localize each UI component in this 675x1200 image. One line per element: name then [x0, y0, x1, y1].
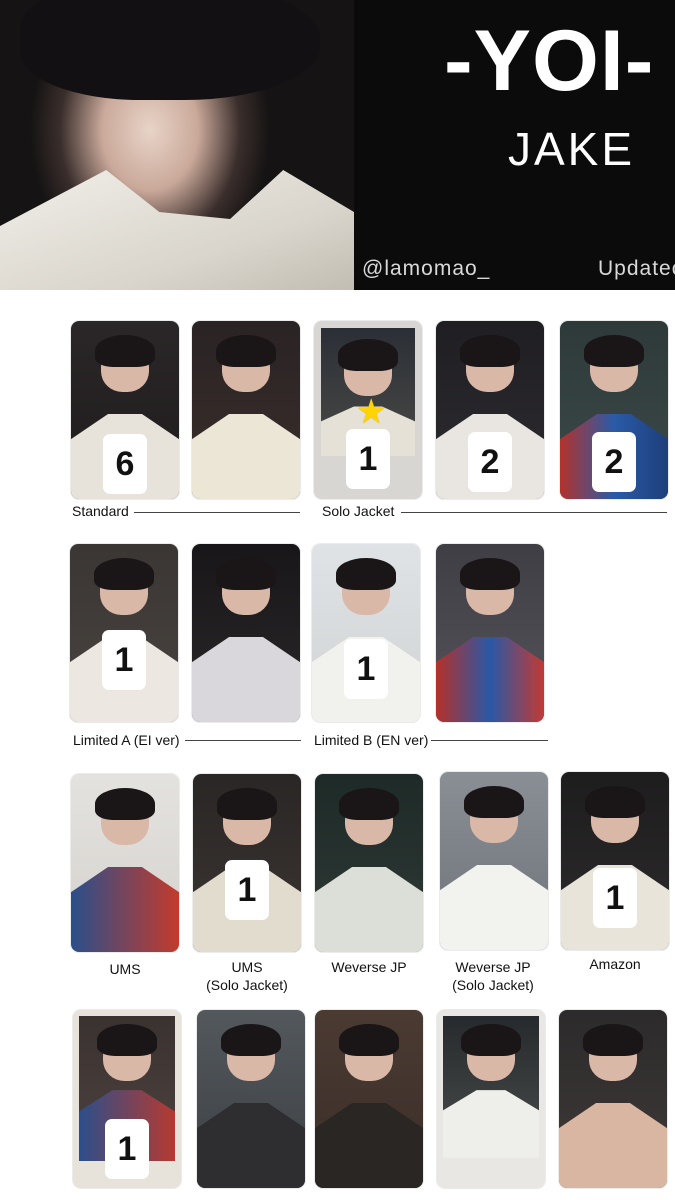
photocard[interactable]: 1	[312, 544, 420, 722]
count-badge: 6	[103, 434, 147, 494]
photocard[interactable]: ★ 1	[314, 321, 422, 499]
group-label-standard: Standard	[72, 503, 129, 519]
count-badge: 2	[592, 432, 636, 492]
photocard[interactable]	[559, 1010, 667, 1188]
divider	[185, 740, 301, 741]
store-label: Weverse JP (Solo Jacket)	[452, 959, 534, 993]
photocard[interactable]: 1	[73, 1010, 181, 1188]
count-badge: 1	[225, 860, 269, 920]
count-badge: 1	[346, 429, 390, 489]
store-label: UMS (Solo Jacket)	[206, 959, 288, 993]
count-badge: 1	[105, 1119, 149, 1179]
count-badge: 1	[344, 639, 388, 699]
photocard[interactable]	[315, 774, 423, 952]
photocard[interactable]	[71, 774, 179, 952]
store-label: Weverse JP	[331, 959, 407, 975]
photocard[interactable]	[440, 772, 548, 950]
photocard[interactable]	[437, 1010, 545, 1188]
group-label-limited-a: Limited A (EI ver)	[73, 732, 180, 748]
group-label-solo-jacket: Solo Jacket	[322, 503, 395, 519]
store-label: Amazon	[589, 956, 641, 972]
photocard[interactable]: 2	[436, 321, 544, 499]
count-badge: 1	[102, 630, 146, 690]
photocard[interactable]: 6	[71, 321, 179, 499]
photocard[interactable]	[192, 321, 300, 499]
photocard[interactable]: 2	[560, 321, 668, 499]
photocard[interactable]	[436, 544, 544, 722]
divider	[134, 512, 300, 513]
photocard[interactable]	[197, 1010, 305, 1188]
group-label-limited-b: Limited B (EN ver)	[314, 732, 429, 748]
photocard[interactable]: 1	[561, 772, 669, 950]
album-title: -YOI-	[444, 13, 655, 109]
header-photo	[0, 0, 354, 290]
photocard[interactable]	[192, 544, 300, 722]
count-badge: 1	[593, 868, 637, 928]
photocard[interactable]: 1	[70, 544, 178, 722]
updated-label: Updatec	[598, 257, 675, 280]
star-sticker: ★	[356, 393, 387, 431]
member-name: JAKE	[508, 123, 636, 175]
creator-handle: @lamomao_	[362, 257, 491, 280]
divider	[401, 512, 667, 513]
divider	[431, 740, 548, 741]
count-badge: 2	[468, 432, 512, 492]
store-label: UMS	[109, 961, 141, 977]
photocard[interactable]	[315, 1010, 423, 1188]
photocard[interactable]: 1	[193, 774, 301, 952]
